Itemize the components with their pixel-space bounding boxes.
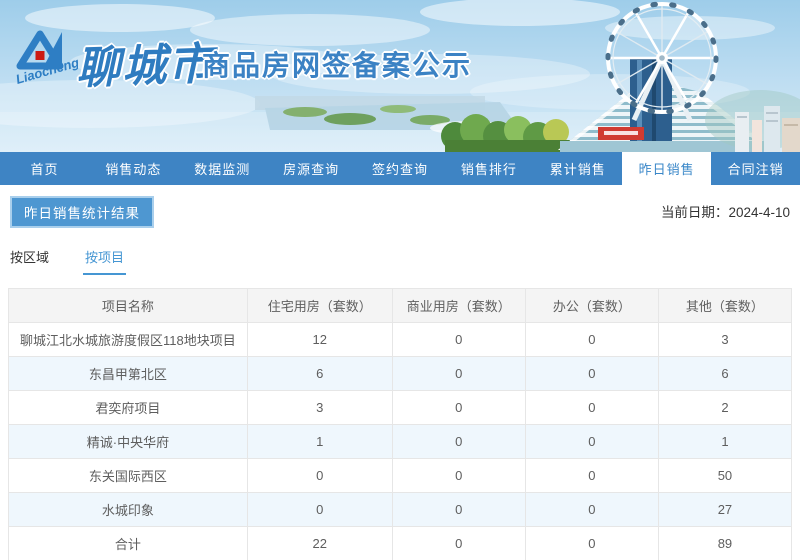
office-count-cell: 0 [525,425,658,459]
title-row: 昨日销售统计结果 当前日期：2024-4-10 [0,185,800,227]
residential-count-cell: 0 [247,459,392,493]
nav-item-cumulative-sales[interactable]: 累计销售 [533,152,622,185]
column-header: 项目名称 [9,289,248,323]
column-header: 商业用房（套数） [392,289,525,323]
content-area: 昨日销售统计结果 当前日期：2024-4-10 按区域 按项目 项目名称住宅用房（… [0,185,800,560]
other-count-cell: 6 [658,357,791,391]
column-header: 住宅用房（套数） [247,289,392,323]
commercial-count-cell: 0 [392,527,525,560]
project-name-cell: 东关国际西区 [9,459,248,493]
column-header: 其他（套数） [658,289,791,323]
commercial-count-cell: 0 [392,425,525,459]
commercial-count-cell: 0 [392,459,525,493]
project-name-cell: 水城印象 [9,493,248,527]
nav-item-contract-search[interactable]: 签约查询 [356,152,445,185]
other-count-cell: 2 [658,391,791,425]
other-count-cell: 3 [658,323,791,357]
nav-item-sales-ranking[interactable]: 销售排行 [444,152,533,185]
table-row: 东昌甲第北区6006 [9,357,792,391]
nav-item-contract-cancellation[interactable]: 合同注销 [711,152,800,185]
view-tabs: 按区域 按项目 [0,227,800,275]
header-banner: Liaocheng 聊城市 商品房网签备案公示 [0,0,800,152]
table-body: 聊城江北水城旅游度假区118地块项目12003东昌甲第北区6006君奕府项目30… [9,323,792,560]
current-date: 当前日期：2024-4-10 [661,201,790,221]
commercial-count-cell: 0 [392,323,525,357]
residential-count-cell: 6 [247,357,392,391]
table-row: 聊城江北水城旅游度假区118地块项目12003 [9,323,792,357]
section-title-badge: 昨日销售统计结果 [10,196,154,228]
project-name-cell: 精诚·中央华府 [9,425,248,459]
nav-item-data-monitoring[interactable]: 数据监测 [178,152,267,185]
current-date-label: 当前日期： [661,205,729,220]
other-count-cell: 50 [658,459,791,493]
commercial-count-cell: 0 [392,357,525,391]
table-row: 东关国际西区00050 [9,459,792,493]
table-header-row: 项目名称住宅用房（套数）商业用房（套数）办公（套数）其他（套数） [9,289,792,323]
residential-count-cell: 3 [247,391,392,425]
office-count-cell: 0 [525,391,658,425]
table-row: 合计220089 [9,527,792,560]
nav-item-listing-search[interactable]: 房源查询 [267,152,356,185]
office-count-cell: 0 [525,493,658,527]
sales-stats-table: 项目名称住宅用房（套数）商业用房（套数）办公（套数）其他（套数） 聊城江北水城旅… [8,288,792,560]
nav-item-sales-updates[interactable]: 销售动态 [89,152,178,185]
residential-count-cell: 1 [247,425,392,459]
banner-scene-illustration [0,0,800,152]
tab-by-project[interactable]: 按项目 [83,247,126,275]
table-row: 水城印象00027 [9,493,792,527]
project-name-cell: 君奕府项目 [9,391,248,425]
residential-count-cell: 12 [247,323,392,357]
office-count-cell: 0 [525,459,658,493]
office-count-cell: 0 [525,357,658,391]
residential-count-cell: 22 [247,527,392,560]
table-row: 精诚·中央华府1001 [9,425,792,459]
project-name-cell: 聊城江北水城旅游度假区118地块项目 [9,323,248,357]
commercial-count-cell: 0 [392,391,525,425]
table-row: 君奕府项目3002 [9,391,792,425]
other-count-cell: 89 [658,527,791,560]
project-name-cell: 东昌甲第北区 [9,357,248,391]
office-count-cell: 0 [525,323,658,357]
column-header: 办公（套数） [525,289,658,323]
commercial-count-cell: 0 [392,493,525,527]
residential-count-cell: 0 [247,493,392,527]
tab-by-region[interactable]: 按区域 [8,247,51,275]
other-count-cell: 27 [658,493,791,527]
main-nav: 首页销售动态数据监测房源查询签约查询销售排行累计销售昨日销售合同注销 [0,152,800,185]
nav-item-yesterday-sales[interactable]: 昨日销售 [622,152,711,185]
project-name-cell: 合计 [9,527,248,560]
office-count-cell: 0 [525,527,658,560]
nav-item-home[interactable]: 首页 [0,152,89,185]
other-count-cell: 1 [658,425,791,459]
current-date-value: 2024-4-10 [728,205,790,220]
